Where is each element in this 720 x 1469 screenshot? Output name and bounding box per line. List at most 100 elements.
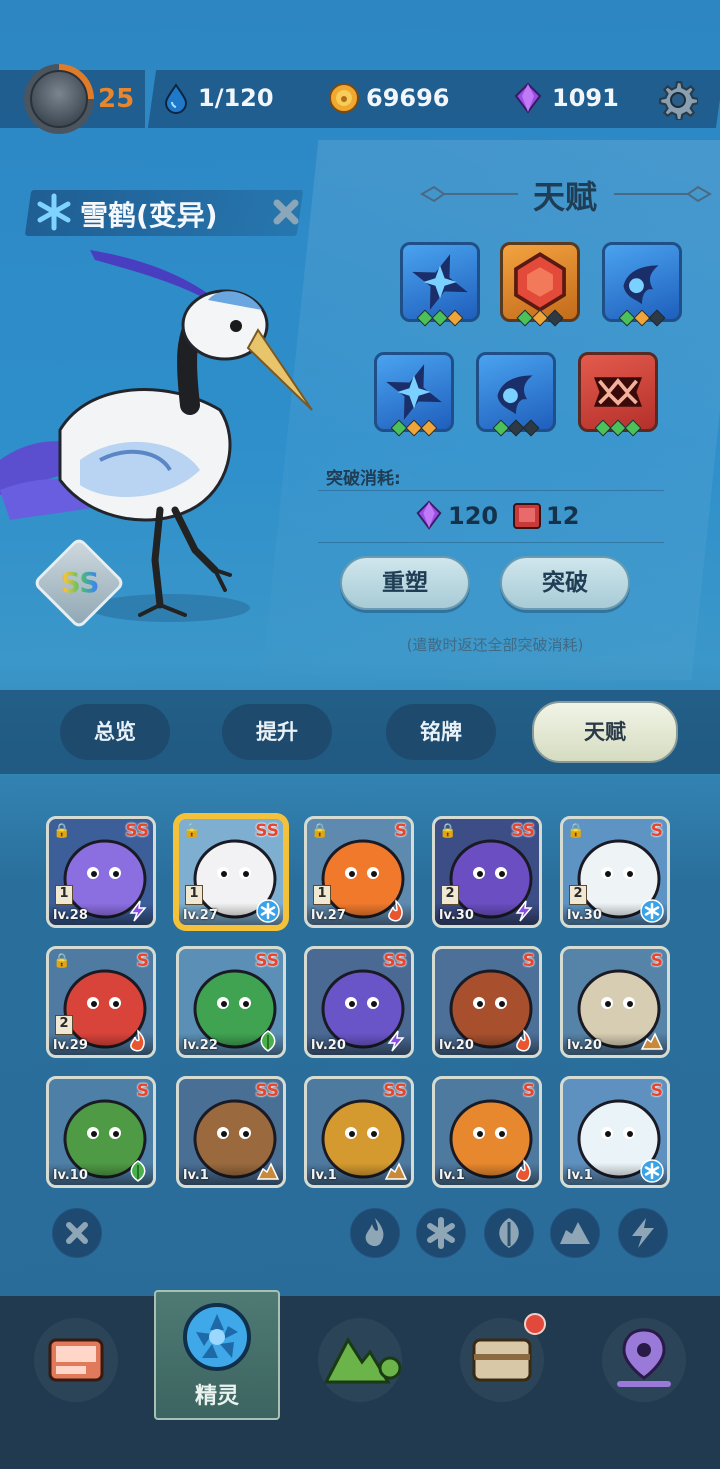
divider: [318, 490, 664, 491]
card-grade: S: [522, 1081, 535, 1101]
notification-dot: [524, 1313, 546, 1335]
grass-filter-icon[interactable]: [484, 1208, 534, 1258]
gem-icon: [416, 500, 442, 530]
nav-item-location[interactable]: [602, 1318, 686, 1402]
card-star-count: 1: [313, 885, 331, 905]
spirit-card-rock-beast[interactable]: Slv.20: [560, 946, 670, 1058]
player-avatar[interactable]: [24, 64, 94, 134]
spirit-card-cactus[interactable]: Slv.10: [46, 1076, 156, 1188]
spirit-card-flame-spirit[interactable]: 🔒 S 1 lv.27: [304, 816, 414, 928]
spirit-aperture-icon[interactable]: [182, 1302, 252, 1372]
card-star-count: 1: [55, 885, 73, 905]
talent-level-pips: [384, 419, 444, 438]
lock-icon: 🔒: [311, 823, 329, 839]
card-grade: S: [522, 951, 535, 971]
electric-filter-icon[interactable]: [618, 1208, 668, 1258]
player-level: 25: [98, 84, 135, 114]
talent-level-pips: [410, 309, 470, 328]
spirit-card-lava-slime[interactable]: Slv.1: [432, 1076, 542, 1188]
earth-filter-icon[interactable]: [550, 1208, 600, 1258]
spirit-card-ice-fox[interactable]: Slv.1: [560, 1076, 670, 1188]
ornament-right-icon: [614, 185, 712, 203]
gem-icon: [514, 82, 542, 114]
spirit-card-parrot[interactable]: SS lv.22: [176, 946, 286, 1058]
grass-element-icon: [256, 1029, 280, 1053]
talent-title: 天赋: [532, 178, 597, 216]
breakthrough-cost-label: 突破消耗:: [326, 469, 401, 489]
lock-icon: 🔒: [53, 823, 71, 839]
spirit-card-snow-crane[interactable]: 🔒 SS 1 lv.27: [176, 816, 286, 928]
card-grade: S: [650, 951, 663, 971]
spirit-card-cannon[interactable]: SS lv.20: [304, 946, 414, 1058]
talent-pip: [420, 419, 438, 437]
breakthrough-button[interactable]: 突破: [500, 556, 630, 610]
card-grade: SS: [383, 1081, 407, 1101]
clear-filter-icon[interactable]: [52, 1208, 102, 1258]
fire-element-icon: [512, 1159, 536, 1183]
card-level: lv.22: [183, 1038, 218, 1053]
talent-pip: [522, 419, 540, 437]
card-level: lv.20: [311, 1038, 346, 1053]
rank-badge-text: SS: [50, 566, 110, 599]
card-grade: SS: [383, 951, 407, 971]
lock-icon: 🔒: [439, 823, 457, 839]
lock-icon: 🔒: [567, 823, 585, 839]
earth-element-icon: [640, 1029, 664, 1053]
tab-overview[interactable]: 总览: [60, 704, 170, 760]
card-grade: S: [136, 1081, 149, 1101]
stamina-value: 1/120: [198, 84, 274, 112]
card-level: lv.20: [439, 1038, 474, 1053]
spirit-card-steam-robot[interactable]: Slv.20: [432, 946, 542, 1058]
cost-gems-value: 120: [448, 502, 499, 530]
card-level: lv.20: [567, 1038, 602, 1053]
spirit-card-owl-cat[interactable]: SS lv.1: [176, 1076, 286, 1188]
coin-value: 69696: [366, 84, 450, 112]
tab-upgrade[interactable]: 提升: [222, 704, 332, 760]
electric-element-icon: [384, 1029, 408, 1053]
card-level: lv.1: [311, 1168, 337, 1183]
nav-item-spirit-label[interactable]: 精灵: [154, 1378, 280, 1410]
talent-pip: [446, 309, 464, 327]
card-grade: S: [394, 821, 407, 841]
spirit-card-shadow-cat[interactable]: 🔒 SS 2 lv.30: [432, 816, 542, 928]
spirit-card-jellyfish[interactable]: 🔒 SS 1 lv.28: [46, 816, 156, 928]
card-level: lv.1: [567, 1168, 593, 1183]
fire-filter-icon[interactable]: [350, 1208, 400, 1258]
card-level: lv.29: [53, 1038, 88, 1053]
ice-filter-icon[interactable]: [416, 1208, 466, 1258]
spirit-card-sunflower[interactable]: SS lv.1: [304, 1076, 414, 1188]
reshape-button[interactable]: 重塑: [340, 556, 470, 610]
spirit-card-horn-blob[interactable]: 🔒 S 2 lv.29: [46, 946, 156, 1058]
spirit-name: 雪鹤(变异): [80, 199, 218, 232]
card-grade: SS: [255, 821, 279, 841]
close-icon[interactable]: [270, 196, 302, 228]
card-level: lv.30: [567, 908, 602, 923]
electric-element-icon: [512, 899, 536, 923]
tab-talent[interactable]: 天赋: [532, 701, 678, 763]
card-star-count: 2: [55, 1015, 73, 1035]
card-grade: S: [650, 821, 663, 841]
ice-element-icon: [640, 899, 664, 923]
spirit-card-snow-owl[interactable]: 🔒 S 2 lv.30: [560, 816, 670, 928]
talent-level-pips: [588, 419, 648, 438]
fire-element-icon: [384, 899, 408, 923]
talent-pip: [624, 419, 642, 437]
tab-plate[interactable]: 铭牌: [386, 704, 496, 760]
refund-note: (遣散时返还全部突破消耗): [406, 636, 584, 654]
talent-level-pips: [486, 419, 546, 438]
card-star-count: 2: [441, 885, 459, 905]
card-level: lv.1: [439, 1168, 465, 1183]
talent-pip: [648, 309, 666, 327]
nav-item-bag[interactable]: [34, 1318, 118, 1402]
cost-books-value: 12: [546, 502, 580, 530]
coin-icon: [329, 83, 359, 113]
ice-element-icon: [640, 1159, 664, 1183]
lock-icon: 🔒: [53, 953, 71, 969]
card-grade: SS: [125, 821, 149, 841]
talent-level-pips: [612, 309, 672, 328]
card-level: lv.28: [53, 908, 88, 923]
nav-item-map[interactable]: [318, 1318, 402, 1402]
settings-gear-icon[interactable]: [658, 80, 698, 120]
talent-level-pips: [510, 309, 570, 328]
earth-element-icon: [384, 1159, 408, 1183]
